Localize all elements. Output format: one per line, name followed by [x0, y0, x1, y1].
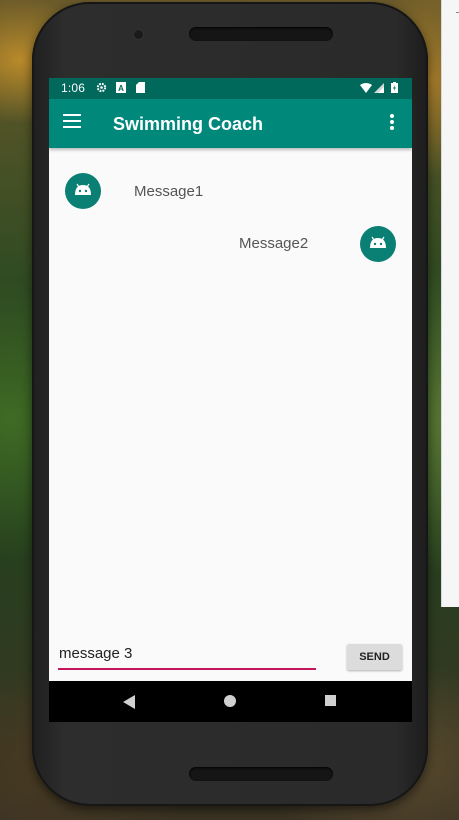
android-icon: [370, 236, 386, 248]
status-bar: 1:06 A: [49, 78, 412, 99]
bottom-speaker-grille: [189, 767, 333, 781]
battery-icon: [391, 82, 398, 96]
system-navigation-bar: [49, 681, 412, 722]
sd-card-icon: [136, 82, 145, 96]
a-icon: A: [116, 82, 126, 96]
wifi-icon: [360, 82, 372, 96]
message-input[interactable]: [58, 642, 317, 664]
app-toolbar: Swimming Coach: [49, 99, 412, 148]
front-camera: [134, 30, 143, 39]
phone-screen: 1:06 A Swimming Coach Message1 Message2 …: [49, 78, 412, 722]
settings-gear-icon: [96, 82, 107, 96]
message-text-1: Message1: [134, 183, 204, 200]
recents-icon[interactable]: [325, 695, 336, 706]
home-icon[interactable]: [224, 695, 236, 707]
back-icon[interactable]: [123, 695, 135, 709]
message-avatar-right: [360, 226, 396, 262]
app-title: Swimming Coach: [113, 114, 264, 134]
message-avatar-left: [65, 173, 101, 209]
message-input-container: [58, 640, 317, 670]
signal-icon: [374, 82, 384, 96]
desktop-side-panel: [441, 0, 459, 607]
top-speaker-grille: [189, 27, 333, 41]
overflow-menu-icon[interactable]: [385, 114, 399, 134]
send-button[interactable]: SEND: [347, 644, 402, 670]
hamburger-menu-icon[interactable]: [63, 114, 83, 132]
status-time: 1:06: [61, 81, 86, 95]
android-icon: [75, 183, 91, 195]
svg-text:A: A: [118, 84, 124, 93]
message-text-2: Message2: [239, 235, 309, 252]
